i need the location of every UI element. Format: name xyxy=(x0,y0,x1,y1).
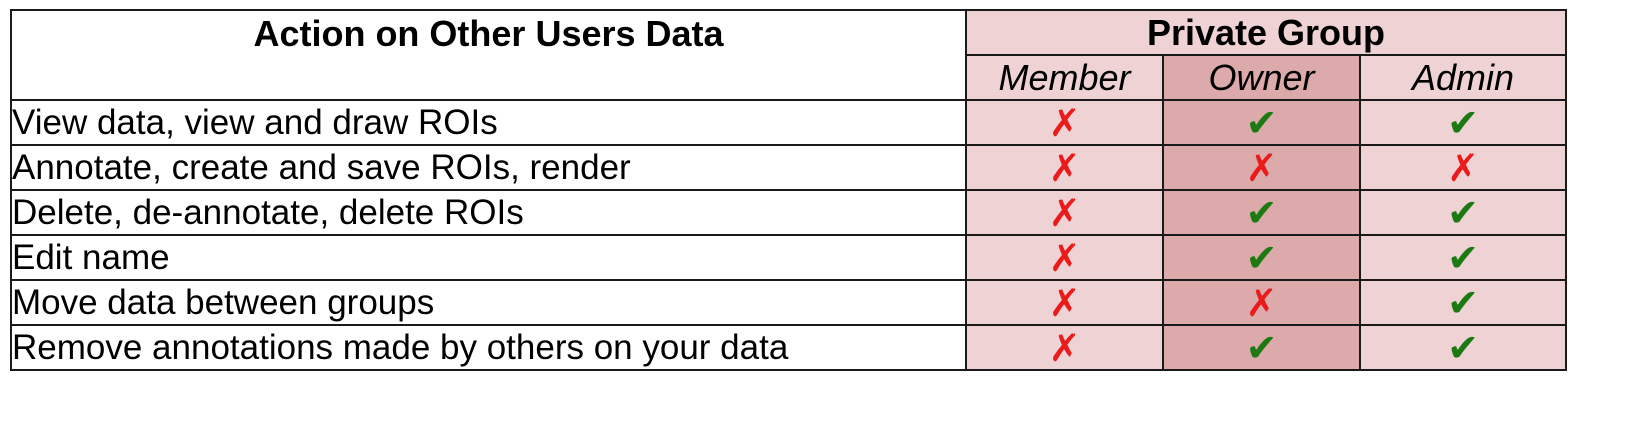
permission-cell-owner: ✔ xyxy=(1162,99,1361,146)
table-row: Delete, de-annotate, delete ROIs ✗ ✔ ✔ xyxy=(10,189,1568,236)
cross-mark-icon: ✗ xyxy=(1048,325,1081,370)
check-mark-icon: ✔ xyxy=(1245,235,1278,280)
check-mark-icon: ✔ xyxy=(1447,235,1479,280)
permission-cell-owner: ✗ xyxy=(1162,279,1361,326)
permission-cell-member: ✗ xyxy=(965,99,1164,146)
permission-cell-admin: ✔ xyxy=(1358,99,1568,146)
permissions-table: Action on Other Users Data Private Group… xyxy=(10,9,1568,371)
header-row: Action on Other Users Data Private Group xyxy=(10,9,1568,101)
check-mark-icon: ✔ xyxy=(1245,325,1278,370)
action-label: Move data between groups xyxy=(10,279,967,326)
cross-mark-icon: ✗ xyxy=(1048,280,1081,325)
permission-cell-owner: ✔ xyxy=(1162,324,1361,371)
cross-mark-icon: ✗ xyxy=(1048,145,1081,190)
check-mark-icon: ✔ xyxy=(1245,100,1278,145)
table-row: View data, view and draw ROIs ✗ ✔ ✔ xyxy=(10,99,1568,146)
cross-mark-icon: ✗ xyxy=(1048,190,1081,235)
permission-cell-member: ✗ xyxy=(965,234,1164,281)
permission-cell-admin: ✗ xyxy=(1358,144,1568,191)
action-label: View data, view and draw ROIs xyxy=(10,99,967,146)
role-header-owner: Owner xyxy=(1162,54,1361,101)
check-mark-icon: ✔ xyxy=(1447,325,1479,370)
cross-mark-icon: ✗ xyxy=(1245,145,1278,190)
action-label: Annotate, create and save ROIs, render xyxy=(10,144,967,191)
permission-cell-member: ✗ xyxy=(965,189,1164,236)
private-group-header: Private Group xyxy=(964,9,1568,56)
table-row: Annotate, create and save ROIs, render ✗ ✗… xyxy=(10,144,1568,191)
cross-mark-icon: ✗ xyxy=(1048,235,1081,280)
cross-mark-icon: ✗ xyxy=(1447,145,1479,190)
check-mark-icon: ✔ xyxy=(1245,190,1278,235)
table-row: Move data between groups ✗ ✗ ✔ xyxy=(10,279,1568,326)
permission-cell-admin: ✔ xyxy=(1358,324,1568,371)
action-column-header-text: Action on Other Users Data xyxy=(253,13,724,54)
cross-mark-icon: ✗ xyxy=(1048,100,1081,145)
permission-cell-member: ✗ xyxy=(965,279,1164,326)
permission-cell-member: ✗ xyxy=(965,144,1164,191)
role-header-admin: Admin xyxy=(1358,54,1568,101)
action-column-header: Action on Other Users Data xyxy=(10,9,967,101)
permission-cell-member: ✗ xyxy=(965,324,1164,371)
check-mark-icon: ✔ xyxy=(1447,190,1479,235)
permission-cell-admin: ✔ xyxy=(1358,279,1568,326)
permission-cell-admin: ✔ xyxy=(1358,189,1568,236)
table-row: Edit name ✗ ✔ ✔ xyxy=(10,234,1568,281)
check-mark-icon: ✔ xyxy=(1447,280,1479,325)
action-label: Remove annotations made by others on you… xyxy=(10,324,967,371)
action-label: Edit name xyxy=(10,234,967,281)
permission-cell-owner: ✔ xyxy=(1162,234,1361,281)
permissions-table-body: Action on Other Users Data Private Group… xyxy=(10,9,1568,371)
cross-mark-icon: ✗ xyxy=(1245,280,1278,325)
action-label: Delete, de-annotate, delete ROIs xyxy=(10,189,967,236)
permission-cell-admin: ✔ xyxy=(1358,234,1568,281)
check-mark-icon: ✔ xyxy=(1447,100,1479,145)
table-row: Remove annotations made by others on you… xyxy=(10,324,1568,371)
role-header-member: Member xyxy=(965,54,1164,101)
permission-cell-owner: ✗ xyxy=(1162,144,1361,191)
permission-cell-owner: ✔ xyxy=(1162,189,1361,236)
